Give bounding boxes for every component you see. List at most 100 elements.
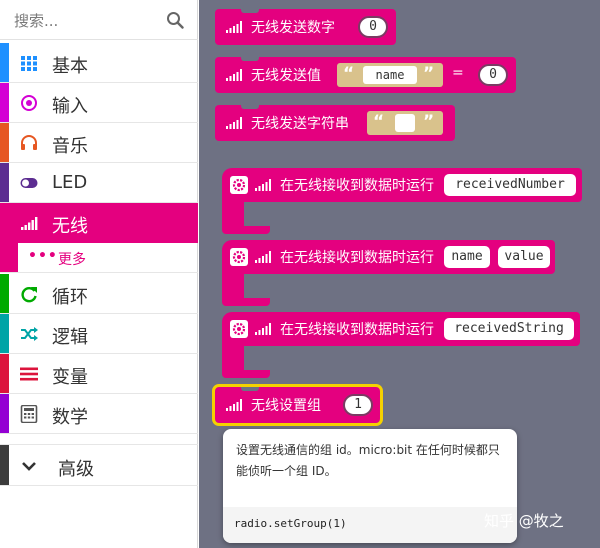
search-input[interactable]: 搜索... — [14, 10, 58, 31]
category-color-bar — [0, 314, 9, 353]
quote-open-icon: “ — [373, 112, 385, 132]
quote-close-icon: ” — [423, 64, 435, 84]
block-radio-send-value[interactable]: 无线发送值 “ name ” = 0 — [215, 57, 516, 93]
category-color-bar — [0, 43, 9, 82]
block-on-received-string[interactable]: 在无线接收到数据时运行 receivedString — [222, 312, 580, 378]
category-color-bar — [0, 163, 9, 202]
category-color-bar — [0, 445, 9, 485]
block-radio-set-group[interactable]: 无线设置组 1 — [212, 384, 383, 426]
block-label: 无线发送数字 — [251, 20, 335, 36]
block-label: 无线发送字符串 — [251, 116, 349, 132]
variable-name[interactable]: name — [444, 246, 490, 268]
category-label: 无线 — [52, 216, 88, 237]
loop-icon — [21, 286, 37, 303]
signal-icon — [226, 21, 242, 33]
variable-received-string[interactable]: receivedString — [444, 318, 574, 340]
block-notch — [241, 57, 259, 61]
number-input[interactable]: 0 — [358, 16, 388, 38]
gear-icon[interactable] — [230, 248, 248, 266]
category-label: 数学 — [52, 407, 88, 428]
category-led[interactable]: LED — [0, 163, 198, 203]
hat-foot — [222, 226, 270, 234]
block-notch — [241, 105, 259, 109]
quote-close-icon: ” — [423, 112, 435, 132]
tooltip-code-area: radio.setGroup(1) — [223, 507, 517, 543]
block-on-received-number[interactable]: 在无线接收到数据时运行 receivedNumber — [222, 168, 582, 234]
string-value[interactable]: name — [363, 66, 417, 84]
signal-icon — [21, 217, 38, 230]
tooltip-description: 设置无线通信的组 id。micro:bit 在任何时候都只能侦听一个组 ID。 — [236, 443, 500, 478]
number-input[interactable]: 0 — [478, 64, 508, 86]
subcategory-color-bar — [0, 243, 18, 272]
block-label: 无线设置组 — [251, 398, 321, 414]
headphones-icon — [21, 135, 37, 150]
number-input[interactable]: 1 — [343, 394, 373, 416]
grid-icon — [21, 56, 37, 71]
string-input-name[interactable]: “ name ” — [337, 63, 443, 87]
block-on-received-value[interactable]: 在无线接收到数据时运行 name value — [222, 240, 555, 306]
quote-open-icon: “ — [343, 64, 355, 84]
gear-icon[interactable] — [230, 176, 248, 194]
signal-icon — [226, 117, 242, 129]
category-label: 基本 — [52, 56, 88, 77]
string-input[interactable]: “ ” — [367, 111, 443, 135]
toolbox-search[interactable]: 搜索... — [0, 0, 198, 40]
category-label: 音乐 — [52, 136, 88, 157]
category-music[interactable]: 音乐 — [0, 123, 198, 163]
variable-received-number[interactable]: receivedNumber — [444, 174, 576, 196]
category-loops[interactable]: 循环 — [0, 274, 198, 314]
signal-icon — [255, 179, 271, 191]
signal-icon — [226, 69, 242, 81]
block-label: 无线发送值 — [251, 68, 321, 84]
category-color-bar — [0, 354, 9, 393]
toggle-icon — [20, 178, 38, 188]
block-notch — [241, 387, 259, 391]
category-variables[interactable]: 变量 — [0, 354, 198, 394]
search-icon[interactable] — [166, 11, 184, 29]
block-radio-send-number[interactable]: 无线发送数字 0 — [215, 9, 396, 45]
variable-value[interactable]: value — [498, 246, 550, 268]
category-advanced[interactable]: 高级 — [0, 444, 198, 486]
signal-icon — [255, 251, 271, 263]
watermark: 知乎 @牧之 — [484, 512, 564, 530]
category-color-bar — [0, 274, 9, 313]
hat-side — [222, 274, 244, 298]
block-label: 在无线接收到数据时运行 — [280, 178, 434, 194]
hat-side — [222, 346, 244, 370]
block-radio-send-string[interactable]: 无线发送字符串 “ ” — [215, 105, 455, 141]
block-label: 在无线接收到数据时运行 — [280, 322, 434, 338]
calculator-icon — [20, 405, 38, 423]
category-label: 高级 — [58, 459, 94, 480]
hat-foot — [222, 370, 270, 378]
category-label: 循环 — [52, 287, 88, 308]
category-radio-more[interactable]: ••• 更多 — [0, 243, 198, 273]
string-value-empty[interactable] — [395, 114, 415, 132]
category-color-bar — [0, 394, 9, 433]
block-notch — [241, 9, 259, 13]
subcategory-label: 更多 — [58, 252, 86, 268]
chevron-down-icon — [22, 462, 36, 471]
category-math[interactable]: 数学 — [0, 394, 198, 434]
hat-foot — [222, 298, 270, 306]
list-icon — [20, 367, 38, 381]
category-radio[interactable]: 无线 — [0, 203, 198, 243]
category-label: 输入 — [52, 96, 88, 117]
target-icon — [21, 95, 37, 111]
hat-side — [222, 202, 244, 226]
block-label: 在无线接收到数据时运行 — [280, 250, 434, 266]
category-color-bar — [0, 83, 9, 122]
more-icon: ••• — [28, 248, 58, 264]
signal-icon — [255, 323, 271, 335]
tooltip-code: radio.setGroup(1) — [234, 517, 347, 530]
block-tooltip: 设置无线通信的组 id。micro:bit 在任何时候都只能侦听一个组 ID。 … — [223, 429, 517, 543]
category-color-bar — [0, 123, 9, 162]
category-logic[interactable]: 逻辑 — [0, 314, 198, 354]
signal-icon — [226, 399, 242, 411]
category-label: 变量 — [52, 367, 88, 388]
gear-icon[interactable] — [230, 320, 248, 338]
category-label: 逻辑 — [52, 327, 88, 348]
category-label: LED — [52, 172, 88, 193]
category-input[interactable]: 输入 — [0, 83, 198, 123]
equals-label: = — [452, 65, 464, 81]
category-basic[interactable]: 基本 — [0, 43, 198, 83]
